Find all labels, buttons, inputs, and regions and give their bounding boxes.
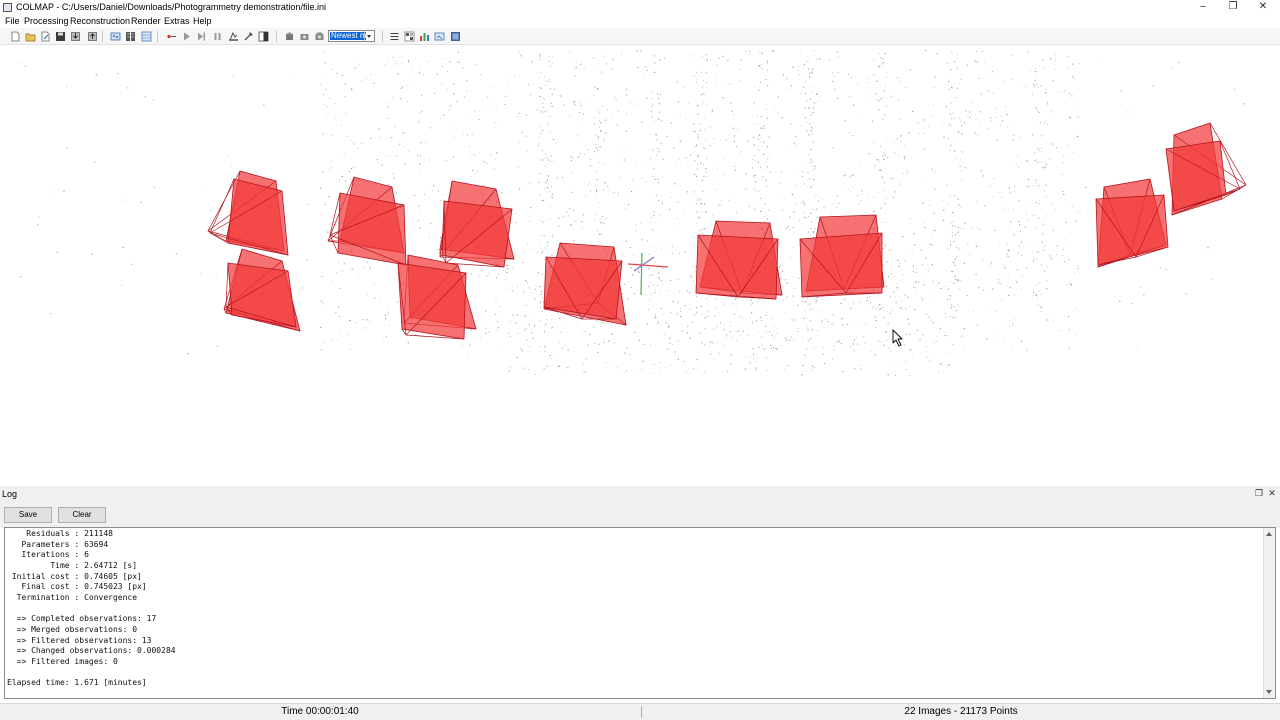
app-icon — [3, 3, 12, 12]
coordinate-axes — [627, 252, 669, 296]
grab-image-icon[interactable] — [299, 31, 310, 42]
log-scrollbar[interactable] — [1263, 528, 1275, 698]
render-update-select-value: Newest m — [330, 32, 366, 40]
camera-frustum — [441, 200, 513, 268]
toolbar-separator — [276, 31, 277, 42]
new-project-icon[interactable] — [10, 31, 21, 42]
scroll-down-icon[interactable] — [1266, 690, 1272, 694]
feature-matching-icon[interactable] — [125, 31, 136, 42]
menu-bar: File Processing Reconstruction Render Ex… — [0, 15, 1280, 28]
pause-reconstruction-icon[interactable] — [212, 31, 223, 42]
open-project-icon[interactable] — [25, 31, 36, 42]
camera-frustum — [329, 192, 407, 266]
save-log-button[interactable]: Save — [4, 507, 52, 523]
toolbar: Newest m — [0, 28, 1280, 45]
database-manager-icon[interactable] — [450, 31, 461, 42]
render-options-icon[interactable] — [258, 31, 269, 42]
import-model-icon[interactable] — [70, 31, 81, 42]
log-toolbar: Save Clear — [0, 502, 1280, 528]
minimize-button[interactable]: – — [1188, 0, 1218, 15]
window-title: COLMAP - C:/Users/Daniel/Downloads/Photo… — [16, 2, 326, 12]
start-reconstruction-icon[interactable] — [181, 31, 192, 42]
toolbar-separator — [157, 31, 158, 42]
log-text-area[interactable]: Residuals : 211148 Parameters : 63694 It… — [4, 527, 1276, 699]
match-matrix-icon[interactable] — [404, 31, 415, 42]
camera-frustum — [225, 262, 297, 328]
edit-project-icon[interactable] — [40, 31, 51, 42]
point-cloud — [20, 50, 1245, 376]
status-time: Time 00:00:01:40 — [281, 706, 359, 717]
toolbar-separator — [102, 31, 103, 42]
save-project-icon[interactable] — [55, 31, 66, 42]
maximize-button[interactable]: ❐ — [1218, 0, 1248, 15]
camera-frusta — [207, 122, 1247, 340]
axis-x — [627, 263, 669, 268]
status-bar: Time 00:00:01:40 22 Images - 21173 Point… — [0, 703, 1280, 720]
menu-extras[interactable]: Extras — [164, 15, 190, 28]
menu-processing[interactable]: Processing — [24, 15, 69, 28]
clear-log-button[interactable]: Clear — [58, 507, 106, 523]
statistics-icon[interactable] — [419, 31, 430, 42]
reconstruction-options-icon[interactable] — [166, 31, 177, 42]
log-dock-header: Log ❐ ✕ — [0, 486, 1280, 502]
reconstruction-viewport[interactable] — [0, 45, 1280, 485]
grab-movie-icon[interactable] — [314, 31, 325, 42]
menu-file[interactable]: File — [5, 15, 20, 28]
log-title: Log — [2, 489, 18, 499]
step-reconstruction-icon[interactable] — [196, 31, 207, 42]
undock-icon[interactable]: ❐ — [1254, 488, 1264, 498]
axis-z — [633, 256, 655, 272]
title-bar: COLMAP - C:/Users/Daniel/Downloads/Photo… — [0, 0, 1280, 15]
camera-frustum — [1165, 140, 1241, 212]
status-summary: 22 Images - 21173 Points — [904, 706, 1018, 717]
camera-frustum — [209, 178, 289, 256]
scene-canvas[interactable] — [0, 45, 1280, 485]
close-button[interactable]: ✕ — [1248, 0, 1278, 15]
menu-help[interactable]: Help — [193, 15, 212, 28]
menu-reconstruction[interactable]: Reconstruction — [70, 15, 130, 28]
database-icon[interactable] — [141, 31, 152, 42]
camera-frustum — [799, 232, 883, 298]
dataset-icon[interactable] — [434, 31, 445, 42]
close-log-icon[interactable]: ✕ — [1267, 488, 1277, 498]
bundle-adjustment-icon[interactable] — [228, 31, 239, 42]
toolbar-separator — [382, 31, 383, 42]
axis-y — [640, 252, 643, 296]
camera-frustum — [1095, 194, 1169, 266]
render-update-select[interactable]: Newest m — [328, 30, 375, 42]
feature-extraction-icon[interactable] — [110, 31, 121, 42]
scroll-up-icon[interactable] — [1266, 532, 1272, 536]
dense-reconstruction-icon[interactable] — [243, 31, 254, 42]
camera-frustum — [695, 234, 779, 300]
menu-render[interactable]: Render — [131, 15, 161, 28]
show-log-icon[interactable] — [389, 31, 400, 42]
export-model-icon[interactable] — [87, 31, 98, 42]
mouse-cursor — [892, 329, 903, 347]
camera-frustum — [397, 262, 467, 340]
log-output: Residuals : 211148 Parameters : 63694 It… — [7, 529, 176, 688]
chevron-down-icon[interactable] — [364, 31, 374, 41]
reset-view-icon[interactable] — [284, 31, 295, 42]
